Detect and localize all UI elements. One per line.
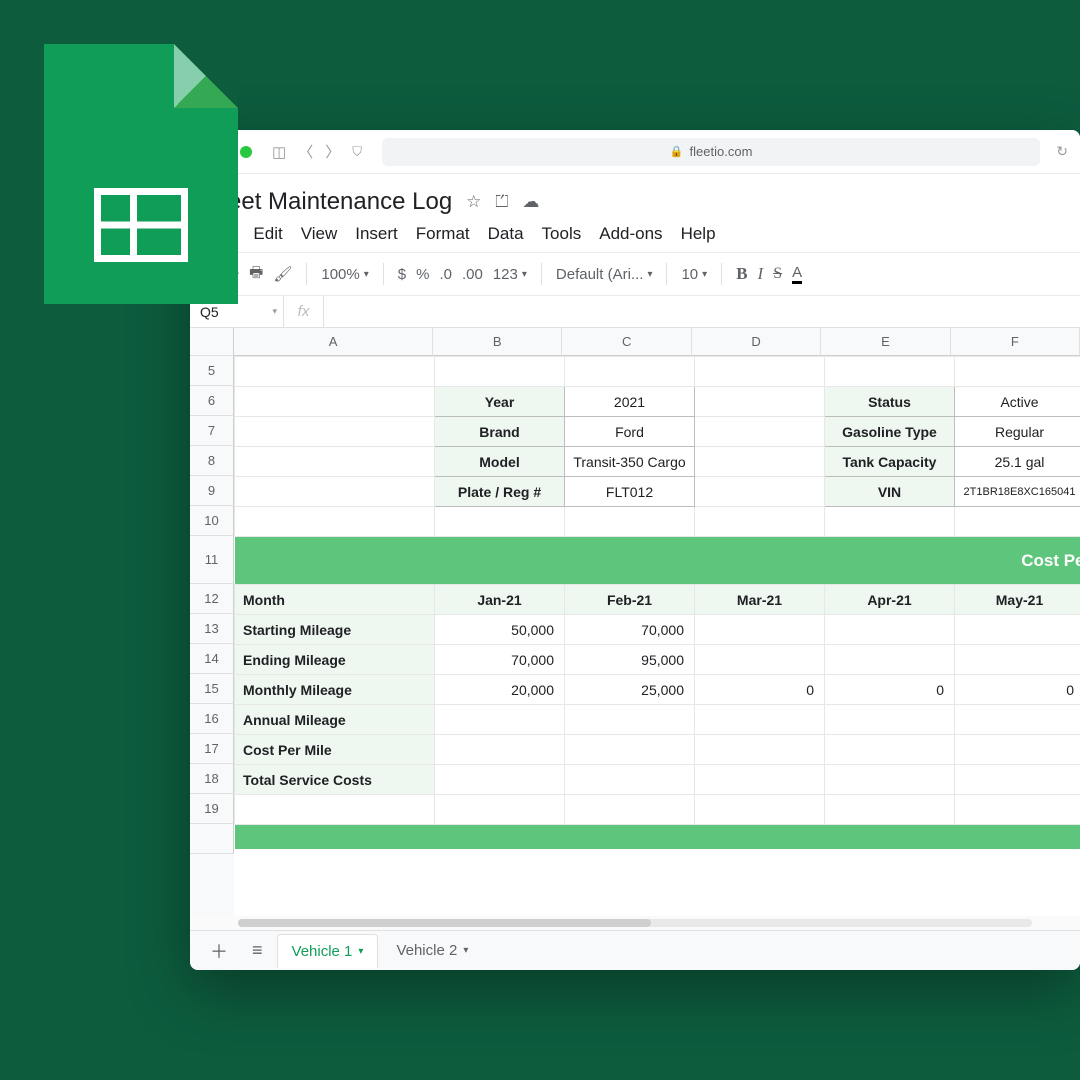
menu-view[interactable]: View xyxy=(301,224,338,244)
horizontal-scrollbar[interactable] xyxy=(190,916,1080,930)
sidebar-toggle-icon[interactable]: ◫ xyxy=(268,141,290,163)
table-row: Total Service Costs xyxy=(235,765,1080,795)
number-format-select[interactable]: 123 xyxy=(493,266,527,283)
table-row xyxy=(235,357,1080,387)
sheet-tab-vehicle2[interactable]: Vehicle 2 xyxy=(382,934,482,968)
strikethrough-button[interactable]: S xyxy=(773,265,782,283)
menu-bar: File Edit View Insert Format Data Tools … xyxy=(208,224,1062,252)
print-icon[interactable]: 🖶 xyxy=(249,262,263,287)
table-row: Cost Per Mile xyxy=(235,735,1080,765)
table-row xyxy=(235,507,1080,537)
sheet-tab-vehicle1[interactable]: Vehicle 1 xyxy=(277,934,379,968)
formula-bar[interactable] xyxy=(324,296,1080,327)
section-banner: Cost Pe xyxy=(235,537,1080,585)
row-headers[interactable]: 5678910 11 1213141516171819 xyxy=(190,328,234,926)
text-color-button[interactable]: A xyxy=(792,265,802,284)
menu-insert[interactable]: Insert xyxy=(355,224,398,244)
spreadsheet-grid[interactable]: ABCDEF Year2021StatusActive BrandFordGas… xyxy=(234,328,1080,926)
menu-tools[interactable]: Tools xyxy=(542,224,582,244)
url-text: fleetio.com xyxy=(690,144,753,159)
italic-button[interactable]: I xyxy=(758,264,764,284)
percent-button[interactable]: % xyxy=(416,266,429,283)
shield-icon[interactable]: ⛉ xyxy=(352,144,362,160)
paint-format-icon[interactable]: 🖌 xyxy=(273,265,292,283)
cloud-icon[interactable]: ☁ xyxy=(522,192,539,212)
star-icon[interactable]: ☆ xyxy=(466,192,481,212)
table-row: ModelTransit-350 CargoTank Capacity25.1 … xyxy=(235,447,1080,477)
menu-format[interactable]: Format xyxy=(416,224,470,244)
table-row: Monthly Mileage20,00025,000000 xyxy=(235,675,1080,705)
document-title[interactable]: Fleet Maintenance Log xyxy=(208,188,452,216)
table-row: Annual Mileage xyxy=(235,705,1080,735)
google-sheets-logo xyxy=(44,44,238,304)
sheet-tabs: ＋ ≡ Vehicle 1 Vehicle 2 xyxy=(190,930,1080,970)
url-bar[interactable]: 🔒 fleetio.com xyxy=(382,138,1040,166)
all-sheets-button[interactable]: ≡ xyxy=(242,940,273,961)
menu-data[interactable]: Data xyxy=(488,224,524,244)
table-row: Starting Mileage50,00070,000 xyxy=(235,615,1080,645)
increase-decimal-button[interactable]: .00 xyxy=(462,266,483,283)
table-row: Plate / Reg #FLT012VIN2T1BR18E8XC165041 xyxy=(235,477,1080,507)
reload-icon[interactable]: ↻ xyxy=(1056,143,1068,160)
currency-button[interactable]: $ xyxy=(398,266,406,283)
menu-help[interactable]: Help xyxy=(681,224,716,244)
font-select[interactable]: Default (Ari... xyxy=(556,266,653,283)
table-row: Year2021StatusActive xyxy=(235,387,1080,417)
table-row xyxy=(235,795,1080,825)
toolbar: ↶ ↷ 🖶 🖌 100% $ % .0 .00 123 Default (Ari… xyxy=(190,252,1080,296)
lock-icon: 🔒 xyxy=(670,145,684,158)
decrease-decimal-button[interactable]: .0 xyxy=(439,266,452,283)
zoom-select[interactable]: 100% xyxy=(321,266,368,283)
browser-window: ◫ 〈 〉 ⛉ 🔒 fleetio.com ↻ Fleet Maintenanc… xyxy=(190,130,1080,970)
back-icon[interactable]: 〈 xyxy=(294,139,317,164)
fx-icon: fx xyxy=(284,296,324,327)
column-headers[interactable]: ABCDEF xyxy=(234,328,1080,356)
table-row: BrandFordGasoline TypeRegular xyxy=(235,417,1080,447)
add-sheet-button[interactable]: ＋ xyxy=(200,938,238,964)
table-row: Ending Mileage70,00095,000 xyxy=(235,645,1080,675)
move-folder-icon[interactable]: ⏍ xyxy=(495,192,508,212)
font-size-select[interactable]: 10 xyxy=(681,266,707,283)
section-banner xyxy=(235,825,1080,849)
browser-chrome: ◫ 〈 〉 ⛉ 🔒 fleetio.com ↻ xyxy=(190,130,1080,174)
table-row: MonthJan-21Feb-21Mar-21Apr-21May-21 xyxy=(235,585,1080,615)
menu-addons[interactable]: Add-ons xyxy=(599,224,662,244)
menu-edit[interactable]: Edit xyxy=(253,224,282,244)
forward-icon[interactable]: 〉 xyxy=(321,139,344,164)
bold-button[interactable]: B xyxy=(736,264,747,284)
